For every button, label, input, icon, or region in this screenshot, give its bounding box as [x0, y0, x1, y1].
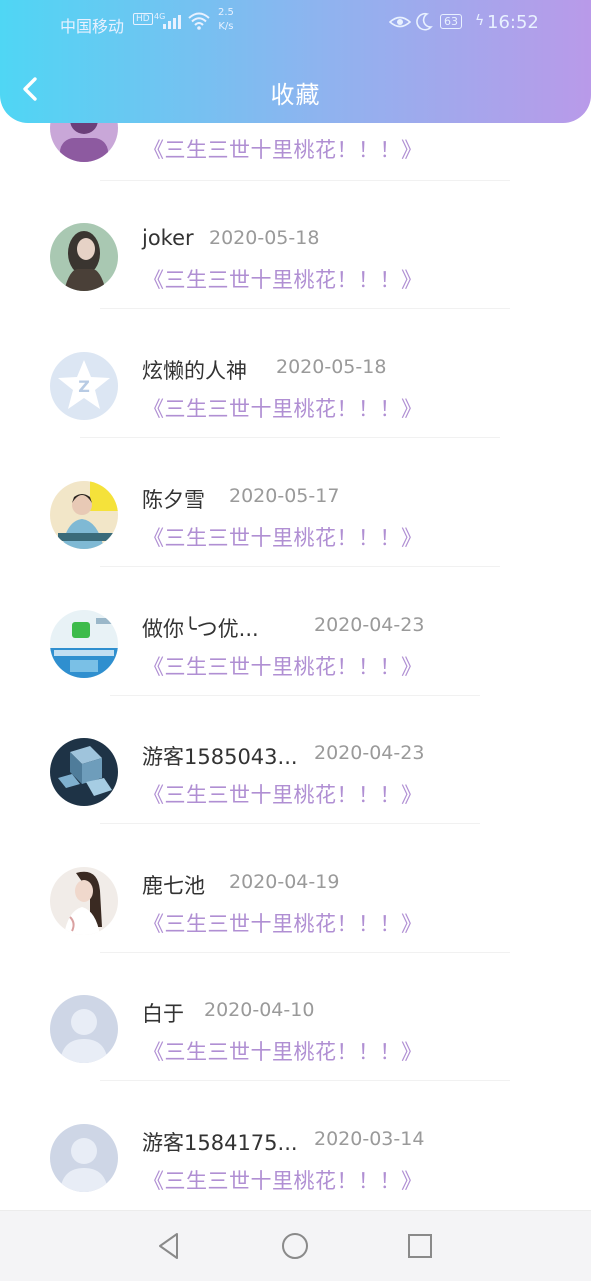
square-recent-icon — [408, 1234, 432, 1258]
favorite-item[interactable]: joker 2020-05-18 《三生三世十里桃花！！！》 — [0, 180, 591, 309]
user-avatar[interactable] — [50, 867, 118, 935]
user-avatar[interactable] — [50, 1124, 118, 1192]
signal-icon — [163, 13, 181, 29]
clock: 16:52 — [487, 12, 539, 33]
favorite-content[interactable]: 《三生三世十里桃花！！！》 — [143, 264, 423, 294]
favorite-content[interactable]: 《三生三世十里桃花！！！》 — [143, 908, 423, 938]
favorite-content[interactable]: 《三生三世十里桃花！！！》 — [143, 779, 423, 809]
status-bar: 中国移动 HD 4G 2.5 K/s 63 ϟ 16:52 — [0, 0, 591, 46]
favorite-date: 2020-04-19 — [229, 871, 340, 893]
speed-value: 2.5 — [218, 7, 234, 18]
circle-home-icon — [282, 1233, 308, 1259]
carrier-name: 中国移动 — [60, 17, 125, 36]
eye-comfort-icon — [388, 13, 412, 35]
favorite-date: 2020-04-23 — [314, 742, 425, 764]
battery-icon: 63 — [440, 14, 462, 29]
favorite-date: 2020-03-14 — [314, 1128, 425, 1150]
favorite-item[interactable]: 游客1584175... 2020-03-14 《三生三世十里桃花！！！》 — [0, 1081, 591, 1209]
favorite-date: 2020-05-18 — [209, 227, 320, 249]
favorite-item[interactable]: 做你╰つ优... 2020-04-23 《三生三世十里桃花！！！》 — [0, 567, 591, 696]
wifi-icon — [187, 11, 211, 35]
favorite-date: 2020-04-23 — [314, 614, 425, 636]
user-avatar[interactable] — [50, 481, 118, 549]
favorite-date: 2020-05-18 — [276, 356, 387, 378]
favorite-date: 2020-05-17 — [229, 485, 340, 507]
nav-back-button[interactable] — [152, 1229, 186, 1263]
favorite-content[interactable]: 《三生三世十里桃花！！！》 — [143, 522, 423, 552]
user-avatar[interactable] — [50, 223, 118, 291]
charging-icon: ϟ — [475, 13, 485, 29]
favorite-content[interactable]: 《三生三世十里桃花！！！》 — [143, 1165, 423, 1195]
user-avatar[interactable] — [50, 995, 118, 1063]
moon-icon — [415, 12, 433, 36]
speed-unit: K/s — [218, 21, 234, 32]
user-avatar[interactable] — [50, 610, 118, 678]
svg-text:Z: Z — [78, 377, 90, 396]
user-name[interactable]: 做你╰つ优... — [142, 613, 259, 643]
favorite-item[interactable]: 白于 2020-04-10 《三生三世十里桃花！！！》 — [0, 952, 591, 1081]
user-name[interactable]: joker — [142, 226, 194, 250]
nav-recent-button[interactable] — [403, 1229, 437, 1263]
user-name[interactable]: 鹿七池 — [142, 870, 205, 900]
user-avatar[interactable] — [50, 738, 118, 806]
favorite-content[interactable]: 《三生三世十里桃花！！！》 — [143, 134, 423, 164]
user-name[interactable]: 陈夕雪 — [142, 484, 205, 514]
hd-badge: HD — [133, 13, 153, 25]
favorite-item[interactable]: Z 炫懒的人神 2020-05-18 《三生三世十里桃花！！！》 — [0, 309, 591, 438]
favorite-content[interactable]: 《三生三世十里桃花！！！》 — [143, 1036, 423, 1066]
network-speed: 2.5 K/s — [218, 6, 234, 34]
user-name[interactable]: 炫懒的人神 — [142, 355, 247, 385]
favorite-item[interactable]: 陈夕雪 2020-05-17 《三生三世十里桃花！！！》 — [0, 438, 591, 567]
app-header: 中国移动 HD 4G 2.5 K/s 63 ϟ 16:52 收藏 — [0, 0, 591, 123]
favorite-content[interactable]: 《三生三世十里桃花！！！》 — [143, 651, 423, 681]
favorite-item[interactable]: 鹿七池 2020-04-19 《三生三世十里桃花！！！》 — [0, 824, 591, 953]
user-name[interactable]: 游客1585043... — [142, 741, 298, 771]
nav-home-button[interactable] — [278, 1229, 312, 1263]
user-avatar[interactable]: Z — [50, 352, 118, 420]
favorite-item[interactable]: 游客1585043... 2020-04-23 《三生三世十里桃花！！！》 — [0, 695, 591, 824]
system-nav-bar — [0, 1210, 591, 1281]
favorite-date: 2020-04-10 — [204, 999, 315, 1021]
user-name[interactable]: 白于 — [142, 998, 184, 1028]
user-name[interactable]: 游客1584175... — [142, 1127, 298, 1157]
triangle-back-icon — [159, 1233, 178, 1259]
page-title: 收藏 — [270, 81, 321, 109]
favorite-content[interactable]: 《三生三世十里桃花！！！》 — [143, 393, 423, 423]
